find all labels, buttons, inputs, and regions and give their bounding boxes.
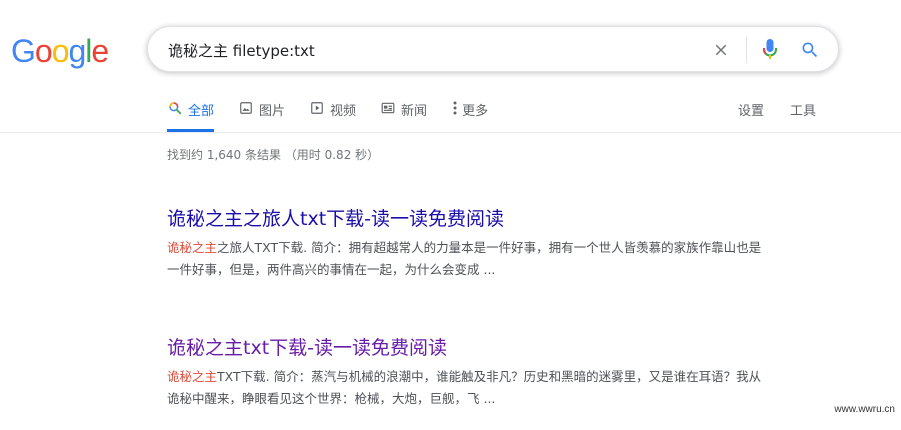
snippet-highlight: 诡秘之主 — [167, 240, 218, 255]
watermark: www.wwru.cn — [834, 404, 895, 415]
snippet-text: TXT下载. 简介：蒸汽与机械的浪潮中，谁能触及非凡？历史和黑暗的迷雾里，又是谁… — [167, 369, 762, 406]
logo-letter: g — [68, 33, 86, 69]
image-icon — [238, 100, 254, 116]
tab-label: 新闻 — [401, 104, 428, 119]
search-input[interactable] — [168, 38, 688, 62]
tab-images[interactable]: 图片 — [238, 100, 285, 132]
tab-all[interactable]: 全部 — [167, 100, 215, 132]
tools-link[interactable]: 工具 — [790, 100, 816, 119]
snippet-highlight: 诡秘之主 — [167, 369, 218, 384]
result-stats: 找到约 1,640 条结果 （用时 0.82 秒） — [167, 148, 380, 162]
logo-letter: e — [91, 33, 109, 69]
search-result: 诡秘之主之旅人txt下载-读一读免费阅读 诡秘之主之旅人TXT下载. 简介：拥有… — [167, 207, 767, 281]
search-icon — [167, 100, 183, 116]
more-vert-icon — [451, 100, 459, 116]
result-title-link[interactable]: 诡秘之主之旅人txt下载-读一读免费阅读 — [167, 207, 767, 231]
logo-letter: o — [51, 33, 70, 69]
voice-search-button[interactable] — [758, 36, 782, 64]
news-icon — [380, 100, 396, 116]
search-icon — [802, 42, 818, 58]
tab-label: 更多 — [462, 104, 489, 119]
result-snippet: 诡秘之主TXT下载. 简介：蒸汽与机械的浪潮中，谁能触及非凡？历史和黑暗的迷雾里… — [167, 366, 767, 410]
search-result: 诡秘之主txt下载-读一读免费阅读 诡秘之主TXT下载. 简介：蒸汽与机械的浪潮… — [167, 336, 767, 410]
result-title-link[interactable]: 诡秘之主txt下载-读一读免费阅读 — [167, 336, 767, 360]
clear-button[interactable] — [708, 37, 734, 63]
google-logo[interactable]: Google — [11, 33, 109, 70]
tab-label: 全部 — [188, 104, 215, 119]
tabs-divider — [0, 132, 901, 133]
logo-letter: o — [34, 33, 53, 69]
logo-letter: G — [11, 33, 36, 69]
settings-link[interactable]: 设置 — [738, 100, 764, 119]
search-button[interactable] — [796, 36, 824, 64]
play-icon — [309, 100, 325, 116]
tab-videos[interactable]: 视频 — [309, 100, 356, 132]
tab-news[interactable]: 新闻 — [380, 100, 427, 132]
search-tabs: 全部 图片 视频 新闻 更多 — [167, 100, 512, 132]
close-icon — [715, 44, 727, 56]
tab-label: 图片 — [259, 104, 286, 119]
searchbox-divider — [746, 37, 747, 63]
result-snippet: 诡秘之主之旅人TXT下载. 简介：拥有超越常人的力量本是一件好事，拥有一个世人皆… — [167, 237, 767, 281]
tab-label: 视频 — [330, 104, 357, 119]
mic-icon — [763, 39, 777, 59]
search-box — [147, 26, 839, 72]
tab-more[interactable]: 更多 — [451, 100, 488, 132]
snippet-text: 之旅人TXT下载. 简介：拥有超越常人的力量本是一件好事，拥有一个世人皆羡慕的家… — [167, 240, 762, 277]
